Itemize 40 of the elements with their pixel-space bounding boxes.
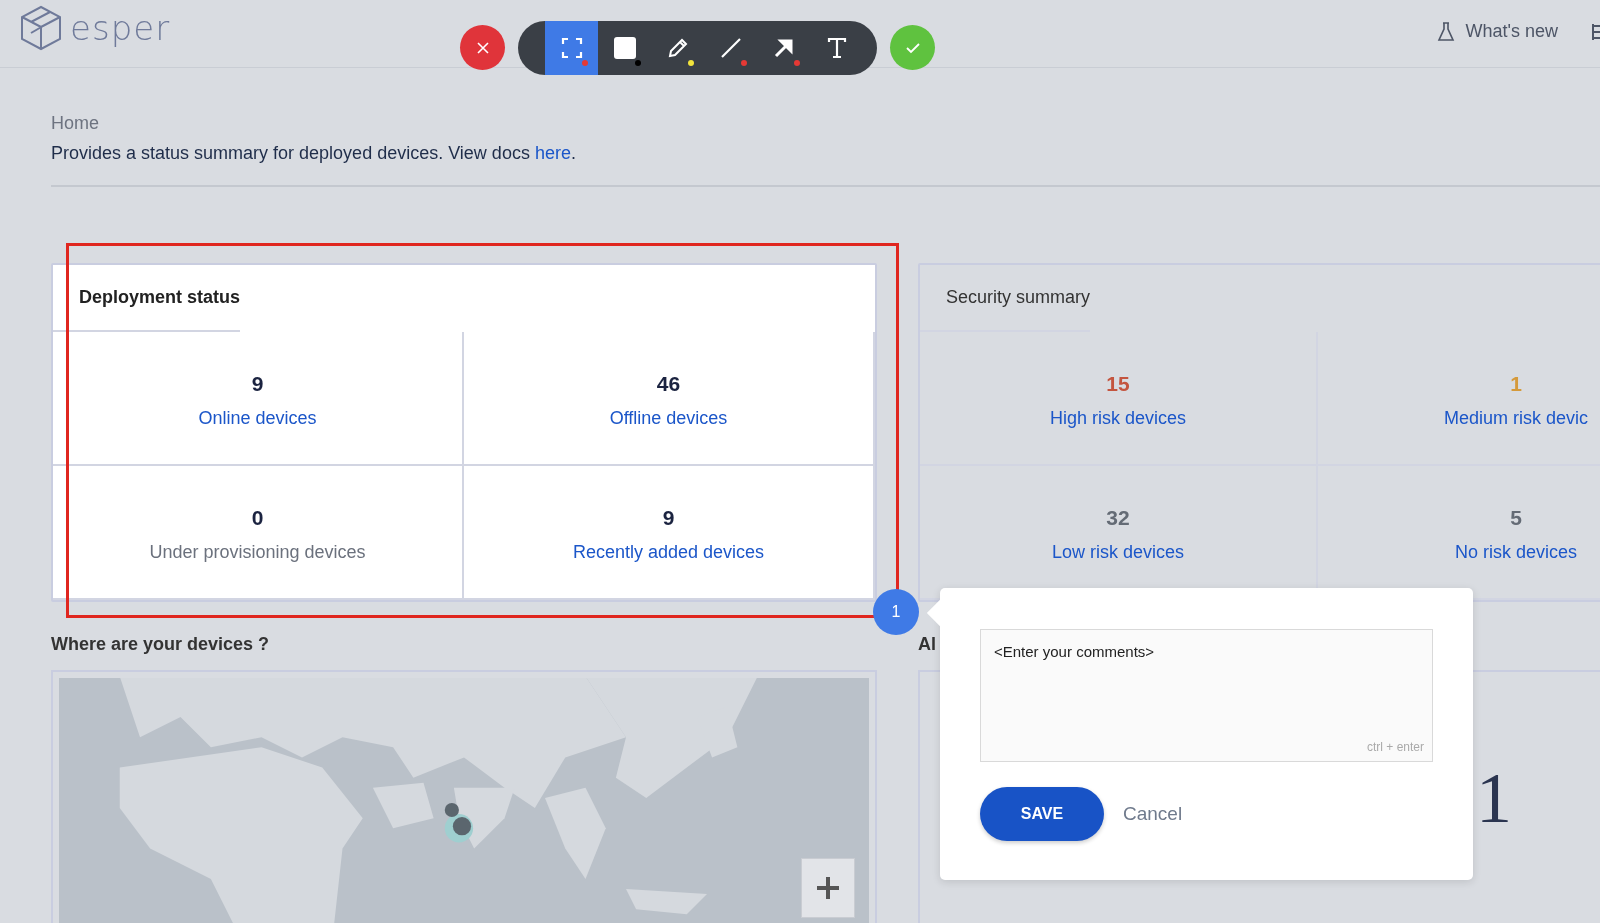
stat-value: 15	[1106, 371, 1130, 396]
stat-link[interactable]: Medium risk devic	[1443, 407, 1588, 429]
stat-link[interactable]: Low risk devices	[1051, 541, 1184, 563]
docs-link[interactable]: here	[534, 143, 571, 163]
card-title: Deployment status	[53, 265, 241, 332]
stat-link[interactable]: No risk devices	[1454, 541, 1577, 563]
annotation-number[interactable]: 1	[873, 589, 919, 635]
stat-link[interactable]: Online devices	[198, 407, 317, 429]
description-text: Provides a status summary for deployed devices. View docs here.	[51, 142, 577, 165]
logo-text: esper	[70, 7, 171, 48]
stat-value: 9	[662, 505, 675, 530]
save-button[interactable]: SAVE	[980, 787, 1104, 841]
flask-icon	[1436, 21, 1455, 42]
stat-link[interactable]: Recently added devices	[572, 541, 765, 563]
cancel-button[interactable]: Cancel	[1123, 803, 1183, 825]
stat-value: 32	[1106, 505, 1130, 530]
stat-value: 0	[251, 505, 264, 530]
shortcut-hint: ctrl + enter	[1366, 740, 1424, 754]
stat-link[interactable]: High risk devices	[1049, 407, 1186, 429]
stat-value: 9	[251, 371, 264, 396]
selection-icon	[559, 35, 584, 60]
card-title: Security summary	[920, 265, 1091, 332]
plus-icon	[815, 875, 841, 901]
section-title: Where are your devices ?	[51, 634, 270, 654]
breadcrumb[interactable]: Home	[51, 112, 99, 134]
discard-button[interactable]	[460, 25, 505, 70]
select-tool[interactable]	[545, 20, 598, 75]
cube-logo-icon	[20, 4, 62, 51]
stat-link[interactable]: Offline devices	[609, 407, 728, 429]
stat-label: Under provisioning devices	[149, 541, 366, 563]
stat-value: 5	[1510, 505, 1522, 530]
stat-value: 46	[656, 371, 681, 396]
zoom-in-button[interactable]	[801, 858, 855, 918]
close-icon	[474, 39, 491, 56]
section-title: Al	[918, 634, 936, 654]
stat-value: 1	[1510, 371, 1522, 396]
whats-new-link[interactable]: What's new	[1436, 21, 1558, 42]
square-icon	[612, 35, 637, 60]
text-icon	[825, 36, 848, 59]
alert-count: 1	[1476, 758, 1512, 838]
